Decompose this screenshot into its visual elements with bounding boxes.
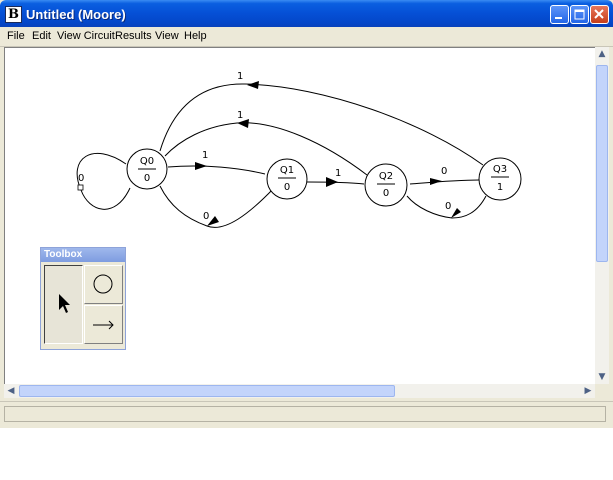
menu-view-circuit[interactable]: View Circuit: [57, 30, 115, 42]
menu-edit[interactable]: Edit: [32, 30, 51, 42]
menu-file[interactable]: File: [7, 30, 25, 42]
state-output: 0: [383, 188, 389, 199]
transition-label-q0-q1: 1: [202, 150, 208, 161]
menu-help[interactable]: Help: [184, 30, 207, 42]
menu-results[interactable]: Results: [115, 30, 152, 42]
state-tool-button[interactable]: [84, 265, 123, 304]
select-tool-button[interactable]: [44, 265, 83, 344]
arrowhead-q3-q2: [451, 208, 461, 218]
state-output: 0: [284, 182, 290, 193]
status-panel: [4, 406, 606, 422]
right-arrow-icon: [93, 320, 114, 330]
window-title: Untitled (Moore): [26, 7, 126, 22]
maximize-button[interactable]: [570, 5, 589, 24]
state-q1[interactable]: Q1 0: [266, 158, 308, 200]
horizontal-scroll-thumb[interactable]: [19, 385, 395, 397]
arrowhead-q0-q1: [195, 162, 207, 170]
scroll-up-icon[interactable]: ▲: [595, 47, 609, 61]
app-icon: B: [5, 6, 22, 23]
state-name: Q0: [140, 156, 154, 167]
state-output: 0: [144, 173, 150, 184]
state-output: 1: [497, 182, 503, 193]
arrowhead-q3-q0: [247, 81, 259, 89]
menu-bar: File Edit View Circuit Results View Help: [0, 27, 613, 47]
minimize-icon: [555, 17, 562, 19]
transition-label-q3-q0: 1: [237, 71, 243, 82]
toolbox-title[interactable]: Toolbox: [41, 248, 125, 262]
vertical-scroll-thumb[interactable]: [596, 65, 608, 262]
circle-icon: [93, 274, 113, 294]
close-icon: [594, 9, 604, 19]
transition-label-q0-q0: 0: [78, 173, 84, 184]
arrow-pointer-icon: [59, 294, 70, 313]
close-button[interactable]: [590, 5, 609, 24]
transition-tool-button[interactable]: [84, 305, 123, 344]
transition-label-q3-q2: 0: [445, 201, 451, 212]
loop-handle[interactable]: [77, 184, 84, 191]
state-q2[interactable]: Q2 0: [364, 163, 408, 207]
scroll-right-icon[interactable]: ▶: [581, 384, 595, 398]
maximize-icon: [574, 9, 585, 20]
horizontal-scrollbar[interactable]: ◀ ▶: [4, 384, 595, 398]
state-name: Q1: [280, 165, 294, 176]
status-bar: [0, 401, 613, 426]
transition-label-q2-q0: 1: [237, 110, 243, 121]
toolbox-window[interactable]: Toolbox: [40, 247, 126, 350]
scroll-left-icon[interactable]: ◀: [4, 384, 18, 398]
state-q0[interactable]: Q0 0: [126, 148, 168, 190]
transition-q0-q0[interactable]: [76, 153, 131, 210]
vertical-scrollbar[interactable]: ▲ ▼: [595, 47, 609, 384]
transition-q2-q3[interactable]: [409, 179, 480, 185]
state-q3[interactable]: Q3 1: [478, 157, 522, 201]
title-bar[interactable]: B Untitled (Moore): [0, 0, 613, 29]
transition-label-q1-q0: 0: [203, 211, 209, 222]
transition-q3-q0[interactable]: [159, 83, 484, 166]
transition-label-q2-q3: 0: [441, 166, 447, 177]
state-name: Q2: [379, 171, 393, 182]
state-name: Q3: [493, 164, 507, 175]
app-window: B Untitled (Moore) File Edit View Circui…: [0, 0, 613, 428]
transition-label-q1-q2: 1: [335, 168, 341, 179]
transition-q0-q1[interactable]: [167, 165, 266, 175]
menu-view[interactable]: View: [155, 30, 179, 42]
scrollbar-corner: [595, 384, 609, 398]
arrowhead-q2-q3: [430, 178, 442, 185]
scroll-down-icon[interactable]: ▼: [595, 370, 609, 384]
minimize-button[interactable]: [550, 5, 569, 24]
